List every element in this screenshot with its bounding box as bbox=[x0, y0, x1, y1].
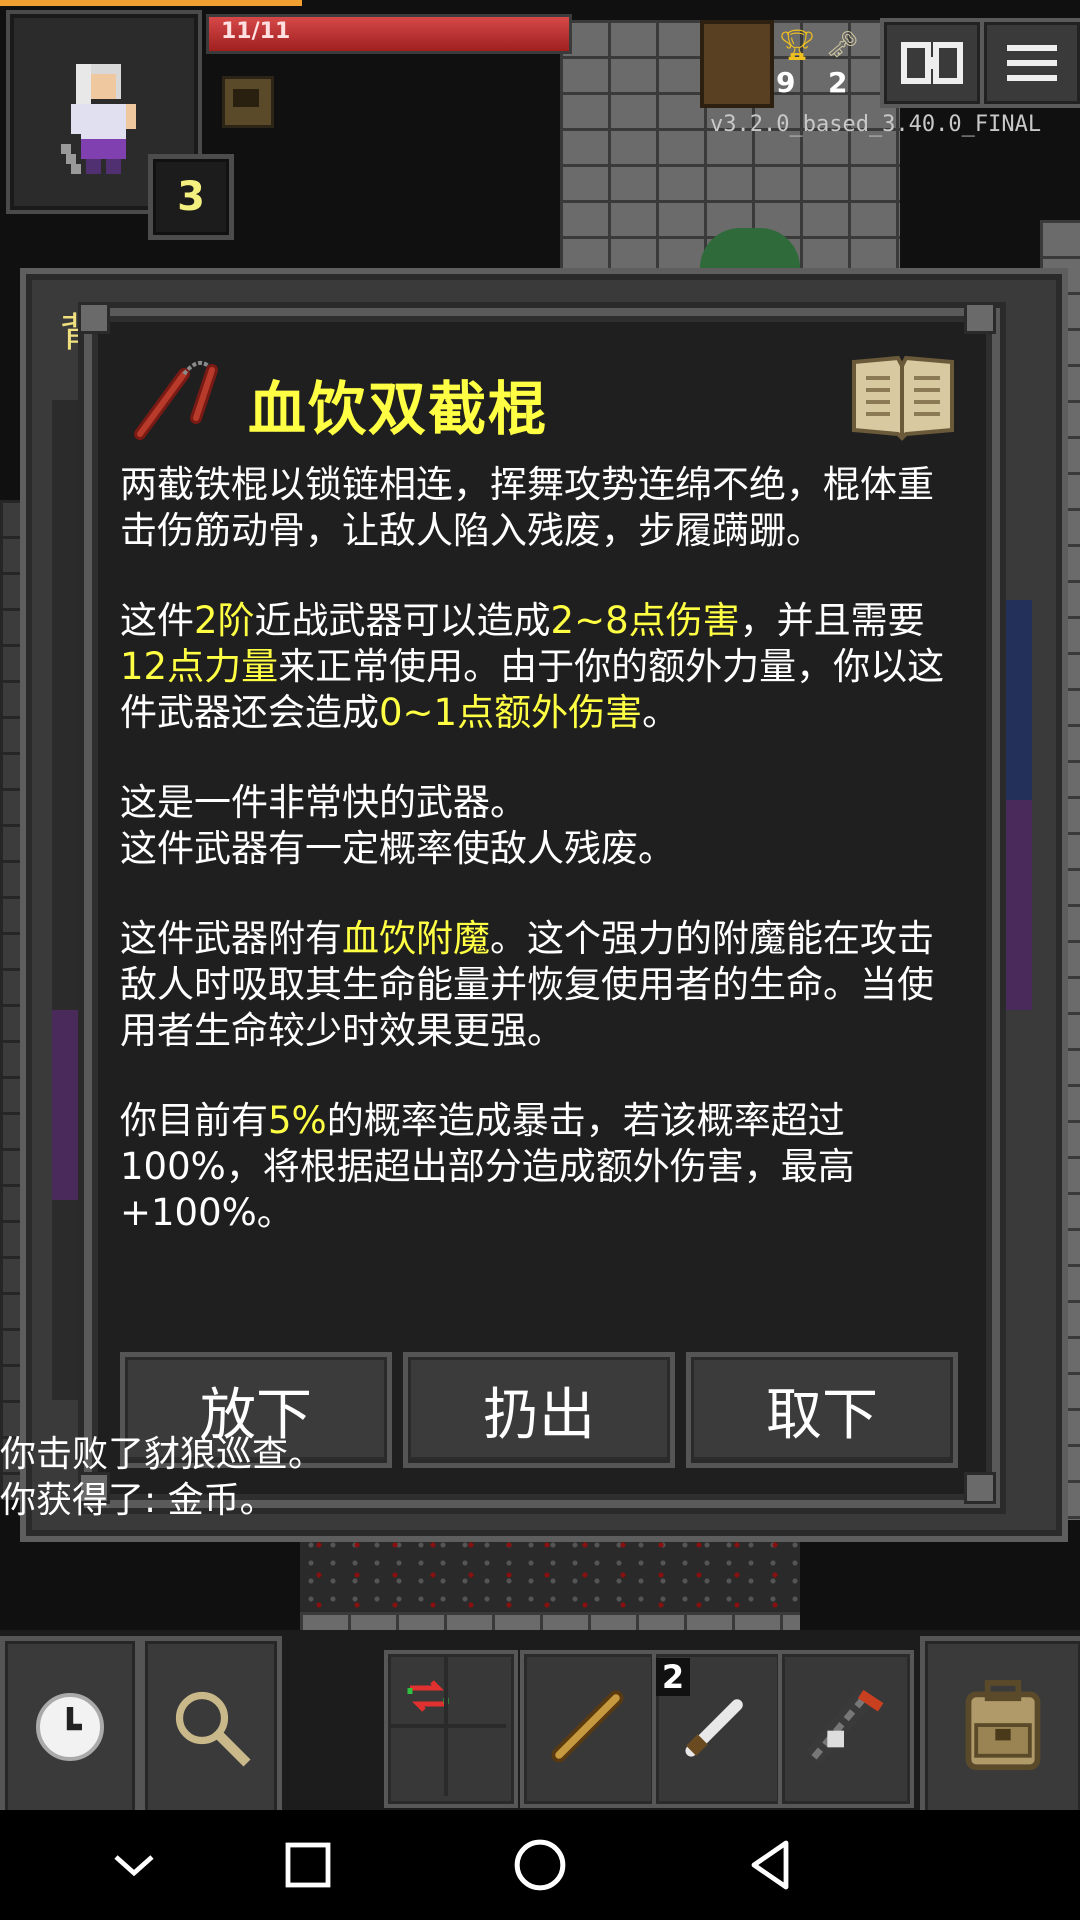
description-text: 这件 bbox=[120, 599, 194, 642]
quickslot-3[interactable] bbox=[778, 1650, 914, 1808]
backpack-slots-left bbox=[52, 400, 88, 1400]
back-triangle-icon bbox=[751, 1840, 789, 1890]
description-paragraph: 这件武器附有血饮附魔。这个强力的附魔能在攻击敌人时吸取其生命能量并恢复使用者的生… bbox=[120, 916, 960, 1054]
description-paragraph: 这件2阶近战武器可以造成2~8点伤害，并且需要12点力量来正常使用。由于你的额外… bbox=[120, 598, 960, 736]
unequip-button[interactable]: 取下 bbox=[686, 1352, 958, 1468]
floor-edge bbox=[300, 1612, 800, 1632]
description-text: 这是一件非常快的武器。 bbox=[120, 781, 527, 824]
description-text: 这件武器有一定概率使敌人残废。 bbox=[120, 827, 675, 870]
quickslot-1[interactable] bbox=[520, 1650, 658, 1808]
version-label: v3.2.0_based_3.40.0_FINAL bbox=[710, 112, 1042, 137]
item-title: 血饮双截棍 bbox=[248, 375, 549, 443]
nunchaku-icon bbox=[134, 361, 218, 440]
description-text: 你目前有 bbox=[120, 1099, 268, 1142]
quickslot-swap[interactable] bbox=[384, 1650, 518, 1808]
highlighted-stat: 12点力量 bbox=[120, 645, 279, 688]
quickslot-count: 2 bbox=[656, 1658, 690, 1696]
nav-collapse-button[interactable] bbox=[94, 1825, 174, 1905]
recents-square-icon bbox=[285, 1842, 331, 1888]
game-log: 你击败了豺狼巡查。 你获得了: 金币。 bbox=[0, 1432, 324, 1524]
back-chevron-icon bbox=[114, 1855, 154, 1877]
wait-button[interactable] bbox=[0, 1636, 140, 1818]
highlighted-stat: 5% bbox=[268, 1099, 327, 1142]
magnifier-icon bbox=[175, 1691, 251, 1767]
highlighted-stat: 2阶 bbox=[194, 599, 255, 642]
menu-icon bbox=[1007, 45, 1057, 81]
inventory-button[interactable] bbox=[920, 1636, 1080, 1818]
journal-button[interactable] bbox=[880, 18, 984, 108]
backpack-icon bbox=[965, 1680, 1041, 1771]
description-text: ，并且需要 bbox=[739, 599, 925, 642]
book-icon bbox=[852, 355, 954, 441]
wand-icon bbox=[551, 1690, 624, 1763]
throw-button[interactable]: 扔出 bbox=[403, 1352, 675, 1468]
log-line: 你获得了: 金币。 bbox=[0, 1480, 276, 1521]
gold-count: 9 bbox=[776, 66, 796, 99]
dialog-corner bbox=[78, 302, 110, 334]
key-icon: 🗝︎ bbox=[826, 30, 860, 60]
highlighted-stat: 2~8点伤害 bbox=[550, 599, 740, 642]
log-line: 你击败了豺狼巡查。 bbox=[0, 1434, 325, 1475]
journal-icon bbox=[901, 42, 963, 84]
description-paragraph: 这是一件非常快的武器。 这件武器有一定概率使敌人残废。 bbox=[120, 780, 960, 872]
buff-icon[interactable] bbox=[222, 76, 274, 128]
item-catalog-button[interactable] bbox=[850, 350, 956, 442]
highlighted-stat: 0~1点额外伤害 bbox=[379, 691, 643, 734]
description-text: 这件武器附有 bbox=[120, 917, 342, 960]
description-text: 。 bbox=[642, 691, 680, 734]
trophy-icon: 🏆︎ bbox=[778, 28, 817, 63]
key-count: 2 bbox=[828, 66, 848, 99]
nav-recents-button[interactable] bbox=[268, 1825, 348, 1905]
dialog-corner bbox=[964, 302, 996, 334]
nav-back-button[interactable] bbox=[730, 1825, 810, 1905]
hero-level-badge: 3 bbox=[148, 154, 234, 240]
health-text: 11/11 bbox=[221, 19, 291, 44]
experience-bar bbox=[0, 0, 303, 6]
item-description: 两截铁棍以锁链相连，挥舞攻势连绵不绝，棍体重击伤筋动骨，让敌人陷入残废，步履蹒跚… bbox=[120, 462, 960, 1280]
dialog-corner bbox=[964, 1472, 996, 1504]
description-paragraph: 两截铁棍以锁链相连，挥舞攻势连绵不绝，棍体重击伤筋动骨，让敌人陷入残废，步履蹒跚… bbox=[120, 462, 960, 554]
clock-icon bbox=[36, 1693, 104, 1761]
crossbow-icon bbox=[806, 1687, 884, 1764]
highlighted-stat: 血饮附魔 bbox=[342, 917, 490, 960]
menu-button[interactable] bbox=[980, 18, 1080, 108]
health-bar: 11/11 bbox=[206, 14, 572, 54]
description-text: 两截铁棍以锁链相连，挥舞攻势连绵不绝，棍体重击伤筋动骨，让敌人陷入残废，步履蹒跚… bbox=[120, 463, 934, 552]
description-paragraph: 你目前有5%的概率造成暴击，若该概率超过100%，将根据超出部分造成额外伤害，最… bbox=[120, 1098, 960, 1236]
nav-home-button[interactable] bbox=[500, 1825, 580, 1905]
home-circle-icon bbox=[514, 1839, 566, 1891]
dungeon-door bbox=[700, 20, 774, 108]
backpack-slots-right bbox=[1002, 300, 1032, 1300]
description-text: 近战武器可以造成 bbox=[254, 599, 551, 642]
search-button[interactable] bbox=[140, 1636, 282, 1818]
hero-sprite bbox=[61, 64, 136, 174]
